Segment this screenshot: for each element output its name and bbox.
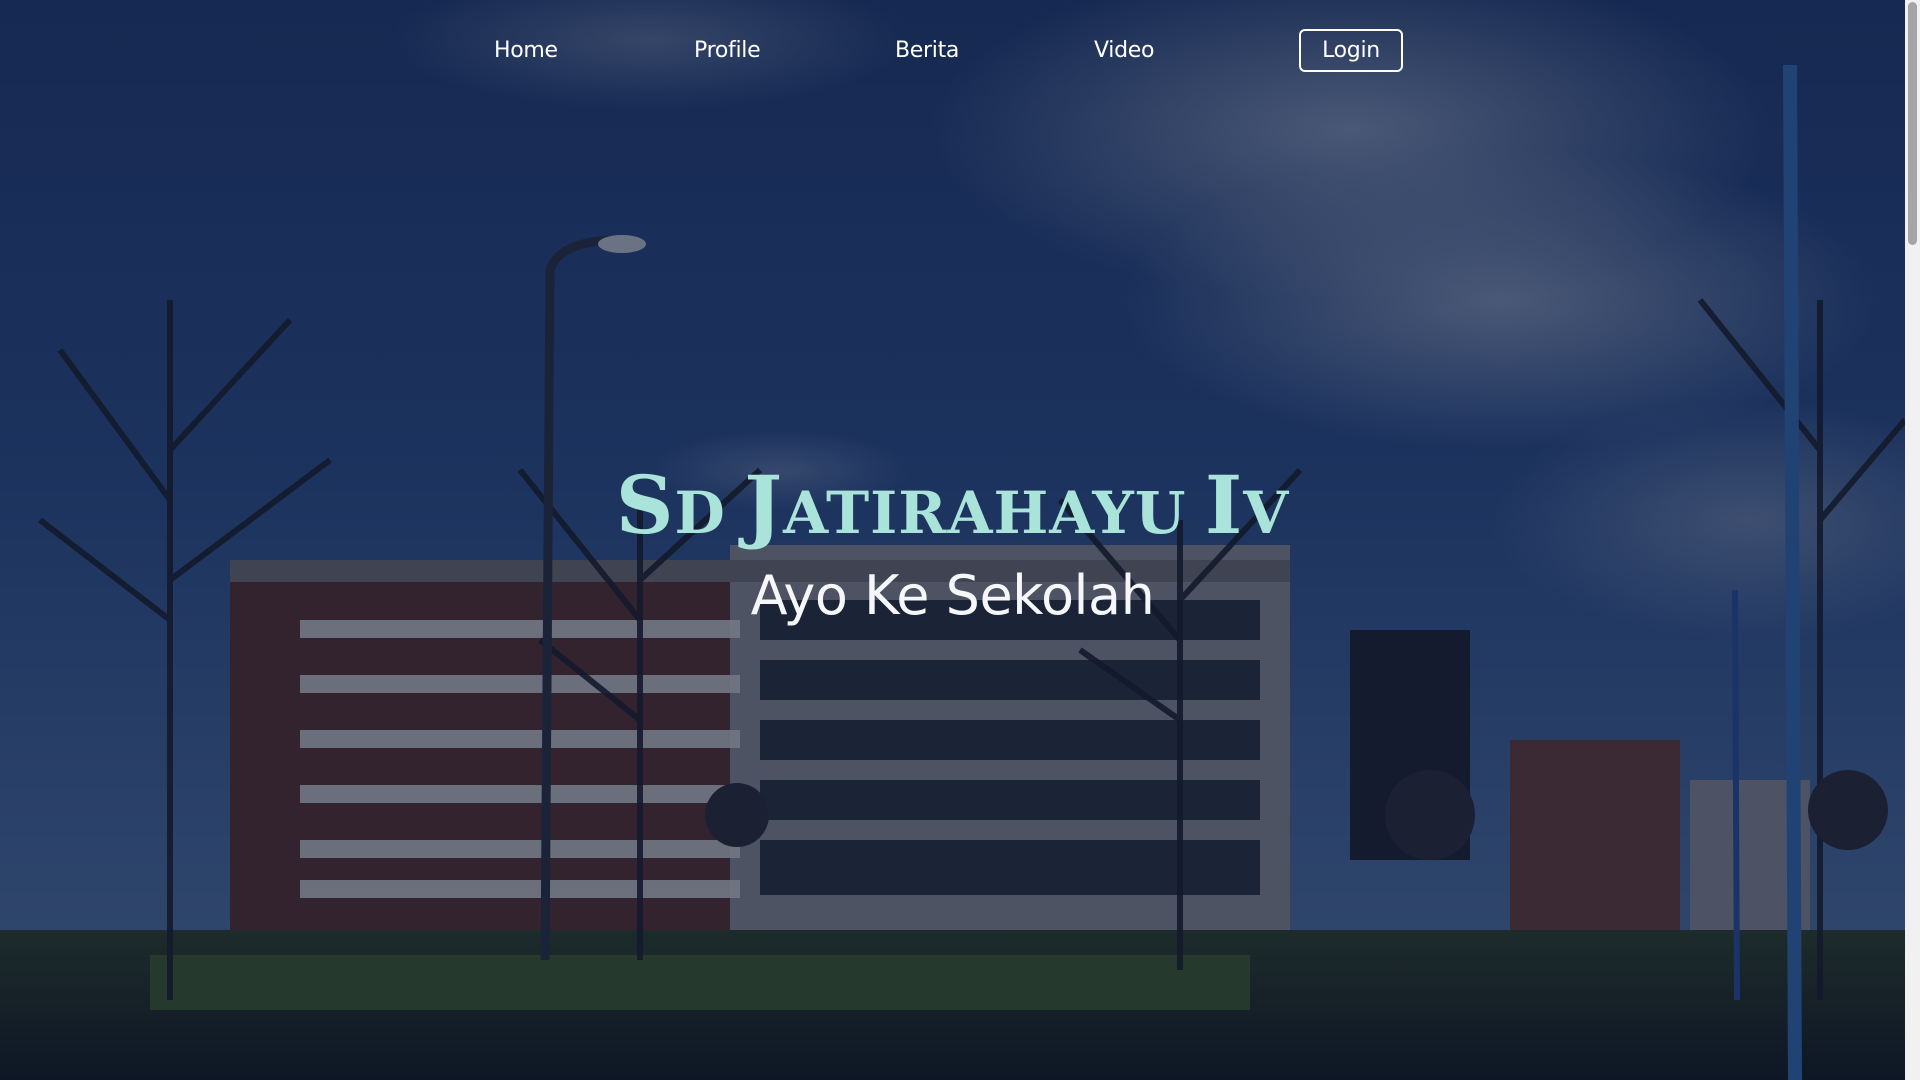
nav-link-video[interactable]: Video: [1094, 34, 1154, 68]
scrollbar-thumb[interactable]: [1908, 2, 1917, 245]
nav-link-profile[interactable]: Profile: [694, 34, 761, 68]
nav-link-home[interactable]: Home: [494, 34, 558, 68]
hero-subtitle: Ayo Ke Sekolah: [750, 564, 1155, 627]
hero-title-text: SD JATIRAHAYU IV: [615, 458, 1290, 552]
hero-title: SD JATIRAHAYU IV: [0, 460, 1905, 561]
top-navigation: Home Profile Berita Video Login: [0, 0, 1905, 102]
login-button[interactable]: Login: [1299, 29, 1403, 72]
hero-section: Home Profile Berita Video Login SD JATIR…: [0, 0, 1905, 1080]
vertical-scrollbar[interactable]: [1905, 0, 1920, 1080]
nav-link-berita[interactable]: Berita: [895, 34, 959, 68]
